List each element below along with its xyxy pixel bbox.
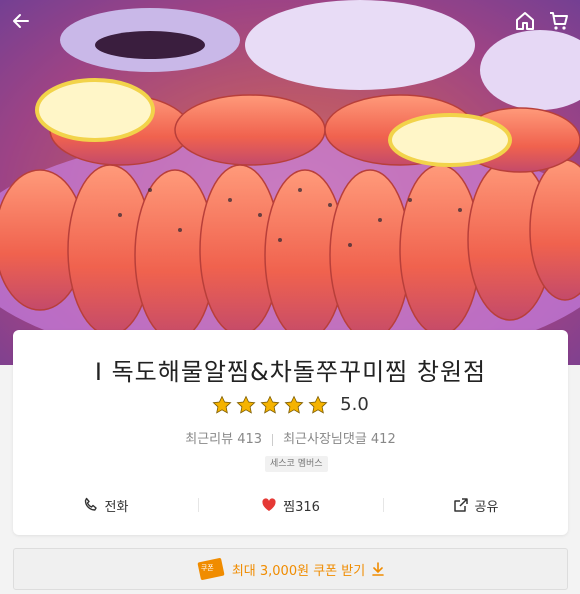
star-icon (308, 395, 328, 414)
home-icon[interactable] (514, 10, 536, 32)
store-name: I 독도해물알찜&차돌쭈꾸미찜 창원점 (94, 358, 487, 386)
back-arrow-icon[interactable] (10, 10, 32, 32)
star-icon (260, 395, 280, 414)
review-counts: 최근리뷰 413 최근사장님댓글 412 (13, 428, 568, 447)
star-icon (236, 395, 256, 414)
rating-score: 5.0 (340, 394, 369, 415)
like-label: 찜316 (283, 499, 320, 515)
star-icon (212, 395, 232, 414)
share-button[interactable]: 공유 (383, 493, 568, 517)
share-label: 공유 (474, 499, 499, 515)
action-bar: 전화 찜316 공유 (13, 493, 568, 517)
coupon-download-button[interactable]: 쿠폰 최대 3,000원 쿠폰 받기 (13, 548, 568, 590)
recent-reviews-link[interactable]: 최근리뷰 413 (185, 432, 262, 447)
call-button[interactable]: 전화 (13, 493, 198, 517)
star-icon (284, 395, 304, 414)
phone-icon (84, 497, 97, 511)
call-label: 전화 (104, 499, 129, 515)
cesco-badge: 세스코 멤버스 (265, 456, 328, 472)
coupon-label: 최대 3,000원 쿠폰 받기 (231, 563, 366, 579)
cart-icon[interactable] (548, 10, 570, 32)
divider (272, 433, 274, 446)
like-button[interactable]: 찜316 (198, 493, 383, 517)
download-icon (372, 562, 384, 576)
store-info-card: I 독도해물알찜&차돌쭈꾸미찜 창원점 5.0 최근리뷰 413 최근사장님댓글 … (13, 330, 568, 535)
hero-food-image (0, 0, 580, 365)
owner-replies-link[interactable]: 최근사장님댓글 412 (283, 432, 396, 447)
heart-icon (262, 498, 276, 511)
coupon-badge-text: 쿠폰 (200, 564, 214, 572)
share-icon (453, 498, 468, 512)
coupon-badge-icon: 쿠폰 (196, 554, 226, 584)
rating-row: 5.0 (13, 394, 568, 415)
